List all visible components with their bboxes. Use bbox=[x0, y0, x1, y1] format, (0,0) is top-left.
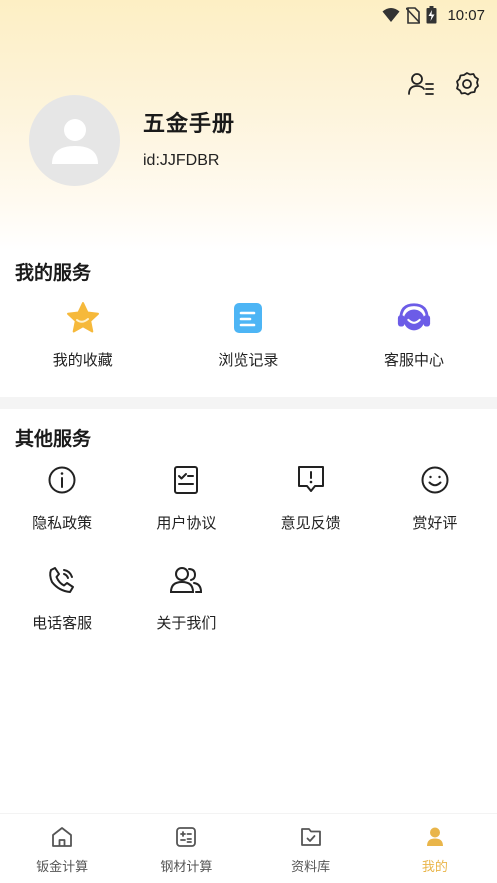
default-avatar-icon bbox=[51, 118, 98, 164]
headset-icon bbox=[396, 300, 432, 336]
user-id: id:JJFDBR bbox=[143, 151, 220, 169]
other-services-grid: 隐私政策 用户协议 意见反馈 赏好评 电话客服 关于我们 bbox=[0, 463, 497, 663]
settings-gear-icon[interactable] bbox=[453, 70, 481, 98]
top-actions bbox=[407, 70, 481, 98]
my-favorites-label: 我的收藏 bbox=[52, 351, 113, 369]
phone-service-label: 电话客服 bbox=[32, 614, 93, 632]
home-icon bbox=[49, 824, 75, 850]
browse-history-label: 浏览记录 bbox=[218, 351, 279, 369]
section-divider bbox=[0, 397, 497, 409]
my-favorites-button[interactable]: 我的收藏 bbox=[0, 300, 166, 370]
calculator-icon bbox=[173, 824, 199, 850]
privacy-policy-button[interactable]: 隐私政策 bbox=[0, 463, 124, 563]
info-icon bbox=[45, 463, 79, 497]
battery-charging-icon bbox=[426, 6, 437, 24]
status-bar: 10:07 bbox=[0, 0, 497, 30]
feedback-icon bbox=[294, 463, 328, 497]
star-icon bbox=[65, 300, 101, 336]
tab-library[interactable]: 资料库 bbox=[249, 814, 373, 883]
tab-steel-calc-label: 钢材计算 bbox=[160, 860, 213, 875]
feedback-label: 意见反馈 bbox=[280, 514, 341, 532]
other-services-title: 其他服务 bbox=[15, 428, 92, 450]
customer-service-button[interactable]: 客服中心 bbox=[331, 300, 497, 370]
folder-icon bbox=[298, 824, 324, 850]
smile-icon bbox=[418, 463, 452, 497]
tab-library-label: 资料库 bbox=[291, 860, 331, 875]
history-icon bbox=[230, 300, 266, 336]
no-sim-icon bbox=[406, 6, 421, 24]
rate-app-button[interactable]: 赏好评 bbox=[373, 463, 497, 563]
phone-icon bbox=[45, 563, 79, 597]
person-icon bbox=[422, 824, 448, 850]
rate-app-label: 赏好评 bbox=[412, 514, 458, 532]
checklist-icon bbox=[169, 463, 203, 497]
bottom-tab-bar: 钣金计算 钢材计算 资料库 我的 bbox=[0, 813, 497, 883]
profile-card[interactable]: 五金手册 id:JJFDBR bbox=[29, 95, 235, 186]
avatar[interactable] bbox=[29, 95, 120, 186]
user-name: 五金手册 bbox=[143, 111, 236, 137]
customer-service-label: 客服中心 bbox=[383, 351, 444, 369]
user-list-icon[interactable] bbox=[407, 70, 435, 98]
tab-sheet-metal-calc[interactable]: 钣金计算 bbox=[0, 814, 124, 883]
user-agreement-button[interactable]: 用户协议 bbox=[124, 463, 248, 563]
browse-history-button[interactable]: 浏览记录 bbox=[166, 300, 332, 370]
my-services-title: 我的服务 bbox=[15, 262, 92, 284]
feedback-button[interactable]: 意见反馈 bbox=[249, 463, 373, 563]
user-agreement-label: 用户协议 bbox=[156, 514, 217, 532]
privacy-policy-label: 隐私政策 bbox=[32, 514, 93, 532]
users-icon bbox=[169, 563, 203, 597]
status-time: 10:07 bbox=[447, 6, 485, 24]
tab-steel-calc[interactable]: 钢材计算 bbox=[124, 814, 248, 883]
tab-mine[interactable]: 我的 bbox=[373, 814, 497, 883]
about-us-label: 关于我们 bbox=[156, 614, 217, 632]
my-services-row: 我的收藏 浏览记录 客服中心 bbox=[0, 300, 497, 370]
about-us-button[interactable]: 关于我们 bbox=[124, 563, 248, 663]
tab-mine-label: 我的 bbox=[421, 860, 448, 875]
phone-service-button[interactable]: 电话客服 bbox=[0, 563, 124, 663]
wifi-icon bbox=[382, 7, 400, 23]
tab-sheet-metal-calc-label: 钣金计算 bbox=[36, 860, 89, 875]
